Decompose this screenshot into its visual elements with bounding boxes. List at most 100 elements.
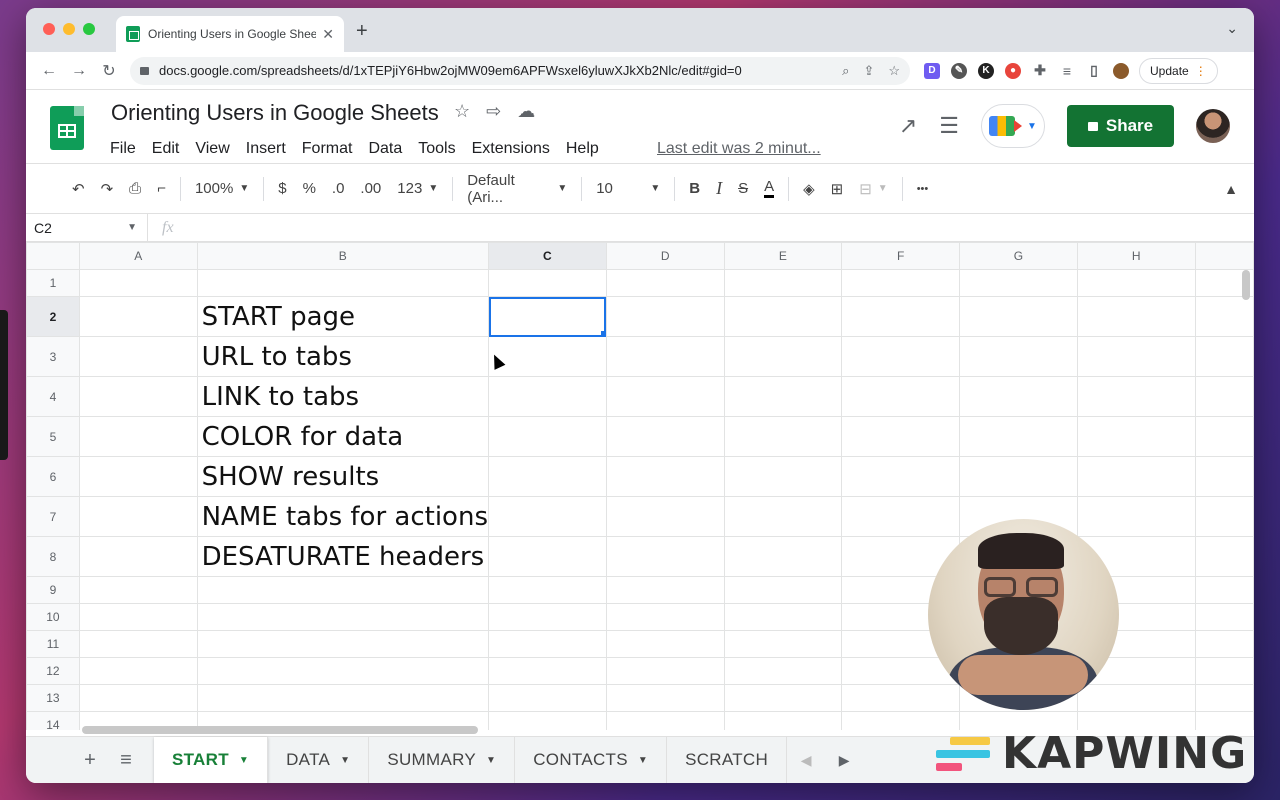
cell-C4[interactable] xyxy=(488,376,607,417)
cell-I2[interactable] xyxy=(1194,296,1254,337)
cell-E7[interactable] xyxy=(723,496,843,537)
cell-C2[interactable] xyxy=(488,296,607,337)
sheet-tab-scratch[interactable]: SCRATCH xyxy=(667,737,788,783)
row-header[interactable]: 2 xyxy=(26,296,80,337)
cell-E4[interactable] xyxy=(723,376,843,417)
close-tab-icon[interactable]: ✕ xyxy=(322,26,334,43)
cell-D3[interactable] xyxy=(605,336,725,377)
cell-C1[interactable] xyxy=(488,269,607,297)
row-header[interactable]: 13 xyxy=(26,684,80,712)
cell-F2[interactable] xyxy=(841,296,960,337)
cell-A11[interactable] xyxy=(78,630,198,658)
cell-C12[interactable] xyxy=(488,657,607,685)
extension-k-icon[interactable]: K xyxy=(978,62,994,79)
cell-H2[interactable] xyxy=(1076,296,1196,337)
column-header-partial[interactable] xyxy=(1194,242,1254,270)
menu-help[interactable]: Help xyxy=(566,140,599,158)
cell-E9[interactable] xyxy=(723,576,843,604)
sheet-tab-data[interactable]: DATA ▼ xyxy=(268,737,370,783)
cell-H7[interactable] xyxy=(1076,496,1196,537)
update-button[interactable]: Update ⋮ xyxy=(1139,57,1218,84)
vertical-scrollbar[interactable] xyxy=(1242,270,1250,300)
formula-input[interactable] xyxy=(174,214,1254,241)
cell-E3[interactable] xyxy=(723,336,843,377)
cell-C9[interactable] xyxy=(488,576,607,604)
number-format-select[interactable]: 123 ▼ xyxy=(389,174,446,204)
cell-D1[interactable] xyxy=(605,269,725,297)
cell-E10[interactable] xyxy=(723,603,843,631)
row-header[interactable]: 10 xyxy=(26,603,80,631)
share-button[interactable]: Share xyxy=(1067,105,1174,147)
cell-A5[interactable] xyxy=(78,416,198,457)
cell-B1[interactable] xyxy=(196,269,490,297)
cell-D11[interactable] xyxy=(605,630,725,658)
row-header[interactable]: 12 xyxy=(26,657,80,685)
cell-I6[interactable] xyxy=(1194,456,1254,497)
address-bar[interactable]: docs.google.com/spreadsheets/d/1xTEPjiY6… xyxy=(130,56,910,85)
row-header[interactable]: 7 xyxy=(26,496,80,537)
cell-B10[interactable] xyxy=(196,603,490,631)
cell-G6[interactable] xyxy=(959,456,1078,497)
sheets-logo-icon[interactable] xyxy=(50,106,84,150)
menu-format[interactable]: Format xyxy=(302,140,353,158)
cell-D2[interactable] xyxy=(605,296,725,337)
strikethrough-button[interactable]: S xyxy=(730,174,756,204)
cell-F5[interactable] xyxy=(841,416,960,457)
cell-E14[interactable] xyxy=(723,711,843,730)
menu-view[interactable]: View xyxy=(195,140,229,158)
row-header[interactable]: 6 xyxy=(26,456,80,497)
scroll-tabs-right-icon[interactable]: ▶ xyxy=(825,752,863,769)
cell-G1[interactable] xyxy=(959,269,1078,297)
cell-H5[interactable] xyxy=(1076,416,1196,457)
menu-extensions[interactable]: Extensions xyxy=(472,140,550,158)
cell-I8[interactable] xyxy=(1194,536,1254,577)
cell-B4[interactable]: LINK to tabs xyxy=(196,376,490,417)
share-page-icon[interactable]: ⇪ xyxy=(863,63,874,79)
column-header[interactable]: F xyxy=(841,242,960,270)
cell-D4[interactable] xyxy=(605,376,725,417)
fill-color-icon[interactable]: ◈ xyxy=(795,174,823,204)
redo-icon[interactable]: ↷ xyxy=(93,174,122,204)
cell-C13[interactable] xyxy=(488,684,607,712)
increase-decimal-button[interactable]: .00 xyxy=(352,174,389,204)
italic-button[interactable]: I xyxy=(708,174,730,204)
cell-B5[interactable]: COLOR for data xyxy=(196,416,490,457)
browser-tab-active[interactable]: Orienting Users in Google Sheets ✕ xyxy=(116,16,344,52)
cell-E13[interactable] xyxy=(723,684,843,712)
maximize-window-button[interactable] xyxy=(83,23,95,35)
column-header[interactable]: A xyxy=(78,242,198,270)
cell-A8[interactable] xyxy=(78,536,198,577)
fill-handle[interactable] xyxy=(600,331,606,336)
cell-I11[interactable] xyxy=(1194,630,1254,658)
cell-G4[interactable] xyxy=(959,376,1078,417)
cell-B3[interactable]: URL to tabs xyxy=(196,336,490,377)
star-icon[interactable]: ☆ xyxy=(454,101,470,122)
cell-D6[interactable] xyxy=(605,456,725,497)
cell-D5[interactable] xyxy=(605,416,725,457)
cell-D10[interactable] xyxy=(605,603,725,631)
profile-avatar-icon[interactable] xyxy=(1113,62,1129,79)
undo-icon[interactable]: ↶ xyxy=(64,174,93,204)
cell-B13[interactable] xyxy=(196,684,490,712)
row-header[interactable]: 11 xyxy=(26,630,80,658)
paint-format-icon[interactable]: ⌐ xyxy=(149,174,174,204)
cell-H4[interactable] xyxy=(1076,376,1196,417)
side-panel-icon[interactable]: ▯ xyxy=(1086,62,1102,79)
cell-I3[interactable] xyxy=(1194,336,1254,377)
cell-D9[interactable] xyxy=(605,576,725,604)
cell-E1[interactable] xyxy=(723,269,843,297)
row-header[interactable]: 4 xyxy=(26,376,80,417)
cell-F4[interactable] xyxy=(841,376,960,417)
cell-B7[interactable]: NAME tabs for actions xyxy=(196,496,490,537)
comments-icon[interactable]: ☰ xyxy=(939,113,959,139)
borders-icon[interactable]: ⊞ xyxy=(823,174,852,204)
cell-A13[interactable] xyxy=(78,684,198,712)
column-header[interactable]: E xyxy=(723,242,843,270)
row-header[interactable]: 14 xyxy=(26,711,80,730)
cell-A12[interactable] xyxy=(78,657,198,685)
cell-G5[interactable] xyxy=(959,416,1078,457)
decrease-decimal-button[interactable]: .0 xyxy=(324,174,353,204)
cell-C5[interactable] xyxy=(488,416,607,457)
cell-I9[interactable] xyxy=(1194,576,1254,604)
cell-C11[interactable] xyxy=(488,630,607,658)
